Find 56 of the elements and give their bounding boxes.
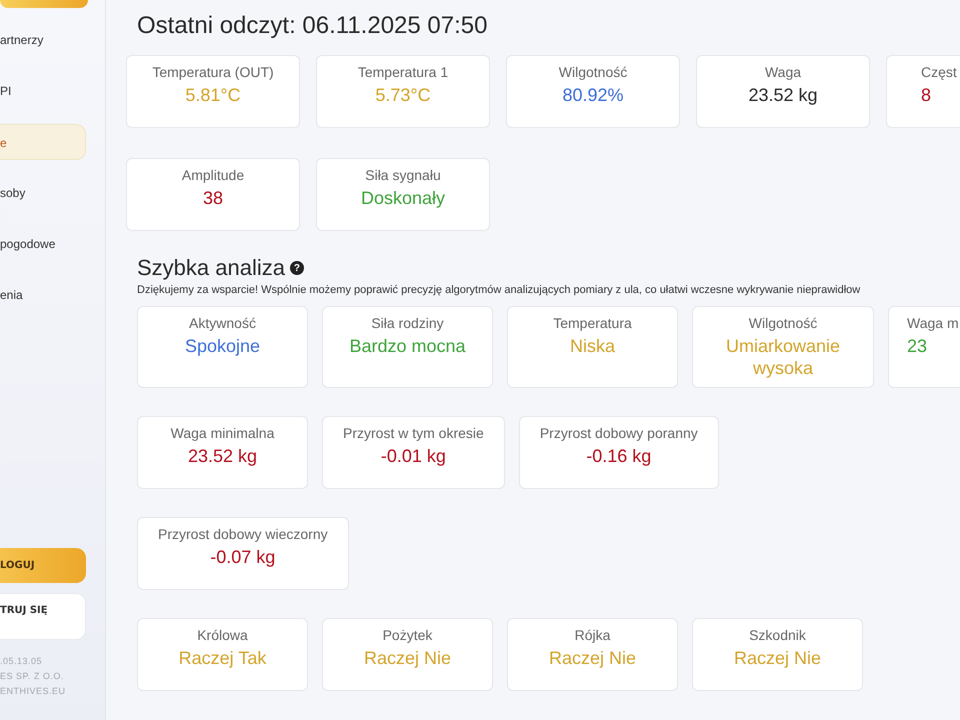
stat-value: Raczej Nie bbox=[734, 647, 822, 669]
stat-label: Częst bbox=[921, 64, 957, 80]
footer-text: .05.13.05 bbox=[0, 656, 44, 666]
stat-label: Waga minimalna bbox=[170, 425, 274, 441]
section-title: Ostatni odczyt: 06.11.2025 07:50 bbox=[137, 12, 488, 40]
stat-label: Siła sygnału bbox=[365, 167, 441, 183]
stat-label: Temperatura (OUT) bbox=[152, 64, 274, 80]
stat-value: Bardzo mocna bbox=[349, 335, 466, 357]
footer-text: ES SP. Z O.O. bbox=[0, 671, 65, 681]
stat-value: Doskonały bbox=[360, 187, 446, 209]
help-icon[interactable]: ? bbox=[290, 261, 304, 275]
stat-value: 38 bbox=[202, 187, 224, 209]
sidebar-item[interactable]: artnerzy bbox=[0, 22, 86, 58]
stat-label: Amplitude bbox=[182, 167, 244, 183]
section-title: Szybka analiza bbox=[137, 255, 285, 281]
stat-value: -0.01 kg bbox=[380, 445, 446, 467]
stat-value: 8 bbox=[921, 84, 932, 106]
stat-label: Królowa bbox=[197, 627, 248, 643]
stat-label: Waga m bbox=[907, 315, 959, 331]
menu-button[interactable] bbox=[0, 0, 88, 8]
stat-label: Wilgotność bbox=[748, 315, 818, 331]
footer-text: ENTHIVES.EU bbox=[0, 686, 67, 696]
stat-label: Wilgotność bbox=[558, 64, 628, 80]
stat-value: Umiarkowanie wysoka bbox=[724, 335, 842, 379]
stat-value: Raczej Tak bbox=[178, 647, 266, 669]
stat-value: 5.73°C bbox=[375, 84, 431, 106]
stat-value: 23 bbox=[907, 335, 928, 357]
stat-label: Siła rodziny bbox=[371, 315, 444, 331]
stat-value: Niska bbox=[570, 335, 615, 357]
stat-value: 80.92% bbox=[562, 84, 624, 106]
stat-value: -0.07 kg bbox=[210, 546, 276, 568]
stat-label: Szkodnik bbox=[749, 627, 806, 643]
stat-value: 23.52 kg bbox=[748, 84, 818, 106]
stat-value: -0.16 kg bbox=[586, 445, 652, 467]
stat-value: Raczej Nie bbox=[364, 647, 452, 669]
stat-value: 5.81°C bbox=[185, 84, 241, 106]
stat-label: Rójka bbox=[574, 627, 610, 643]
stat-label: Temperatura 1 bbox=[358, 64, 448, 80]
description-text: Dziękujemy za wsparcie! Wspólnie możemy poprawić precyzję algorytmów analizujących pomiary z ula, co ułatwi wczesne wykrywanie nieprawidłow bbox=[137, 284, 862, 296]
stat-label: Przyrost dobowy wieczorny bbox=[158, 526, 328, 542]
logout-button[interactable]: LOGUJ bbox=[0, 548, 86, 583]
stat-value: Raczej Nie bbox=[548, 647, 636, 669]
stat-label: Przyrost w tym okresie bbox=[343, 425, 484, 441]
sidebar-item[interactable]: enia bbox=[0, 277, 86, 313]
stat-label: Temperatura bbox=[553, 315, 632, 331]
sidebar-item[interactable]: pogodowe bbox=[0, 226, 86, 262]
register-button[interactable]: TRUJ SIĘ bbox=[0, 593, 86, 640]
stat-label: Waga bbox=[764, 64, 802, 80]
sidebar-item[interactable]: PI bbox=[0, 73, 86, 109]
stat-label: Aktywność bbox=[189, 315, 256, 331]
stat-value: Spokojne bbox=[184, 335, 260, 357]
stat-label: Przyrost dobowy poranny bbox=[540, 425, 698, 441]
sidebar-item[interactable]: e bbox=[0, 124, 86, 160]
stat-value: 23.52 kg bbox=[188, 445, 258, 467]
sidebar-item[interactable]: soby bbox=[0, 175, 86, 211]
stat-label: Pożytek bbox=[382, 627, 432, 643]
